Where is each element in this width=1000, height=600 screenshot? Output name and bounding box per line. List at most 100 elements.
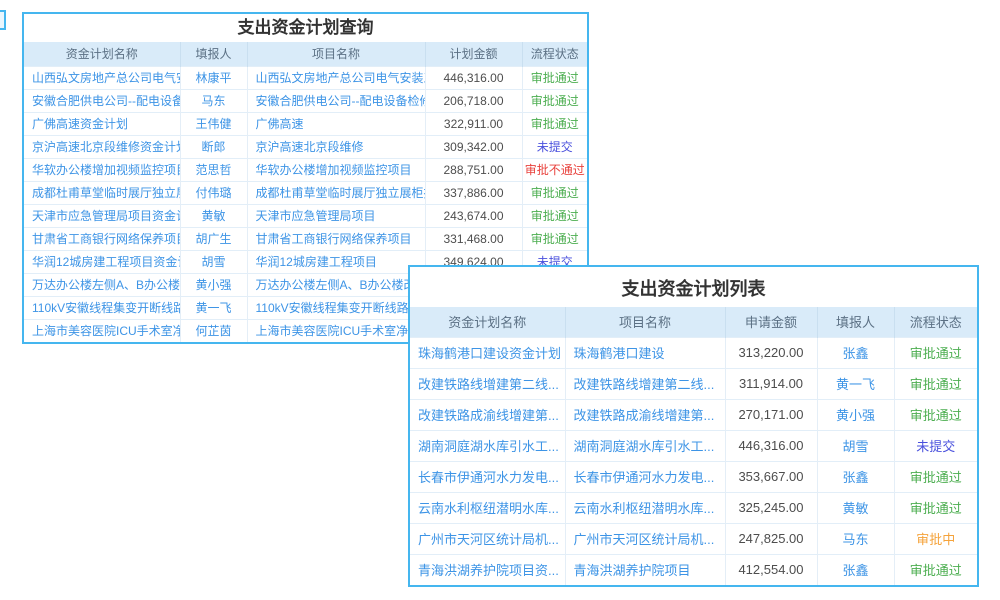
cell-filler[interactable]: 黄敏 — [817, 492, 894, 523]
cell-amount: 337,886.00 — [425, 181, 522, 204]
cell-name[interactable]: 广佛高速资金计划 — [24, 112, 180, 135]
table-row[interactable]: 成都杜甫草堂临时展厅独立展柜报警设备付伟璐成都杜甫草堂临时展厅独立展柜报警设备3… — [24, 181, 587, 204]
cell-filler[interactable]: 张鑫 — [817, 554, 894, 585]
table-row[interactable]: 京沪高速北京段维修资金计划断郎京沪高速北京段维修309,342.00未提交 — [24, 135, 587, 158]
cell-status: 审批通过 — [894, 554, 977, 585]
table-row[interactable]: 珠海鹤港口建设资金计划珠海鹤港口建设313,220.00张鑫审批通过 — [410, 337, 977, 368]
cell-name[interactable]: 云南水利枢纽潜明水库... — [410, 492, 565, 523]
column-header-filler: 填报人 — [180, 42, 247, 66]
cell-name[interactable]: 110kV安徽线程集变开断线路工程资金计划 — [24, 296, 180, 319]
cell-name[interactable]: 长春市伊通河水力发电... — [410, 461, 565, 492]
cell-status: 审批通过 — [894, 492, 977, 523]
cell-filler[interactable]: 张鑫 — [817, 337, 894, 368]
cell-amount: 247,825.00 — [725, 523, 817, 554]
cell-filler[interactable]: 范思哲 — [180, 158, 247, 181]
cell-project[interactable]: 改建铁路成渝线增建第... — [565, 399, 725, 430]
table-row[interactable]: 华软办公楼增加视频监控项目资金计划范思哲华软办公楼增加视频监控项目288,751… — [24, 158, 587, 181]
cell-project[interactable]: 成都杜甫草堂临时展厅独立展柜报警设备 — [247, 181, 425, 204]
cell-project[interactable]: 110kV安徽线程集变开断线路工程 — [247, 296, 425, 319]
cell-name[interactable]: 天津市应急管理局项目资金计划 — [24, 204, 180, 227]
table-row[interactable]: 广佛高速资金计划王伟健广佛高速322,911.00审批通过 — [24, 112, 587, 135]
table-row[interactable]: 长春市伊通河水力发电...长春市伊通河水力发电...353,667.00张鑫审批… — [410, 461, 977, 492]
table-row[interactable]: 改建铁路成渝线增建第...改建铁路成渝线增建第...270,171.00黄小强审… — [410, 399, 977, 430]
cell-project[interactable]: 云南水利枢纽潜明水库... — [565, 492, 725, 523]
cell-filler[interactable]: 断郎 — [180, 135, 247, 158]
cell-name[interactable]: 上海市美容医院ICU手术室净化工程资金 — [24, 319, 180, 342]
cell-name[interactable]: 华润12城房建工程项目资金计划 — [24, 250, 180, 273]
cell-project[interactable]: 上海市美容医院ICU手术室净化工程 — [247, 319, 425, 342]
cell-name[interactable]: 华软办公楼增加视频监控项目资金计划 — [24, 158, 180, 181]
cell-name[interactable]: 成都杜甫草堂临时展厅独立展柜报警设备 — [24, 181, 180, 204]
cell-filler[interactable]: 黄敏 — [180, 204, 247, 227]
cell-name[interactable]: 甘肃省工商银行网络保养项目资金计划 — [24, 227, 180, 250]
cell-project[interactable]: 长春市伊通河水力发电... — [565, 461, 725, 492]
cell-amount: 412,554.00 — [725, 554, 817, 585]
cell-amount: 270,171.00 — [725, 399, 817, 430]
cell-filler[interactable]: 付伟璐 — [180, 181, 247, 204]
cell-status: 审批通过 — [522, 66, 587, 89]
cell-name[interactable]: 山西弘文房地产总公司电气安装工程资金计划 — [24, 66, 180, 89]
cell-filler[interactable]: 何芷茵 — [180, 319, 247, 342]
cell-filler[interactable]: 张鑫 — [817, 461, 894, 492]
cell-status: 审批通过 — [522, 227, 587, 250]
cell-project[interactable]: 珠海鹤港口建设 — [565, 337, 725, 368]
cell-filler[interactable]: 黄小强 — [180, 273, 247, 296]
cell-name[interactable]: 改建铁路成渝线增建第... — [410, 399, 565, 430]
cell-project[interactable]: 万达办公楼左侧A、B办公楼改造建设 — [247, 273, 425, 296]
cell-amount: 353,667.00 — [725, 461, 817, 492]
cell-filler[interactable]: 胡广生 — [180, 227, 247, 250]
table-row[interactable]: 广州市天河区统计局机...广州市天河区统计局机...247,825.00马东审批… — [410, 523, 977, 554]
cell-status: 审批通过 — [522, 112, 587, 135]
table-row[interactable]: 天津市应急管理局项目资金计划黄敏天津市应急管理局项目243,674.00审批通过 — [24, 204, 587, 227]
cell-filler[interactable]: 黄小强 — [817, 399, 894, 430]
cell-name[interactable]: 广州市天河区统计局机... — [410, 523, 565, 554]
cell-name[interactable]: 安徽合肥供电公司--配电设备检修维护计划 — [24, 89, 180, 112]
column-header-amount: 申请金额 — [725, 307, 817, 337]
cell-filler[interactable]: 林康平 — [180, 66, 247, 89]
table-row[interactable]: 改建铁路线增建第二线...改建铁路线增建第二线...311,914.00黄一飞审… — [410, 368, 977, 399]
cell-project[interactable]: 广州市天河区统计局机... — [565, 523, 725, 554]
cell-name[interactable]: 京沪高速北京段维修资金计划 — [24, 135, 180, 158]
table-row[interactable]: 青海洪湖养护院项目资...青海洪湖养护院项目412,554.00张鑫审批通过 — [410, 554, 977, 585]
cell-project[interactable]: 改建铁路线增建第二线... — [565, 368, 725, 399]
table-row[interactable]: 山西弘文房地产总公司电气安装工程资金计划林康平山西弘文房地产总公司电气安装工程项… — [24, 66, 587, 89]
cell-project[interactable]: 京沪高速北京段维修 — [247, 135, 425, 158]
cell-amount: 446,316.00 — [725, 430, 817, 461]
cell-filler[interactable]: 胡雪 — [817, 430, 894, 461]
cell-project[interactable]: 甘肃省工商银行网络保养项目 — [247, 227, 425, 250]
cell-project[interactable]: 天津市应急管理局项目 — [247, 204, 425, 227]
cell-project[interactable]: 华润12城房建工程项目 — [247, 250, 425, 273]
table-row[interactable]: 湖南洞庭湖水库引水工...湖南洞庭湖水库引水工...446,316.00胡雪未提… — [410, 430, 977, 461]
cell-name[interactable]: 湖南洞庭湖水库引水工... — [410, 430, 565, 461]
cell-status: 未提交 — [522, 135, 587, 158]
cell-name[interactable]: 青海洪湖养护院项目资... — [410, 554, 565, 585]
table-row[interactable]: 安徽合肥供电公司--配电设备检修维护计划马东安徽合肥供电公司--配电设备检修维护… — [24, 89, 587, 112]
cell-status: 审批通过 — [894, 337, 977, 368]
cell-project[interactable]: 青海洪湖养护院项目 — [565, 554, 725, 585]
header-row: 资金计划名称项目名称申请金额填报人流程状态 — [410, 307, 977, 337]
cell-filler[interactable]: 胡雪 — [180, 250, 247, 273]
cell-status: 审批通过 — [522, 89, 587, 112]
table-row[interactable]: 云南水利枢纽潜明水库...云南水利枢纽潜明水库...325,245.00黄敏审批… — [410, 492, 977, 523]
expenditure-plan-list-table: 资金计划名称项目名称申请金额填报人流程状态珠海鹤港口建设资金计划珠海鹤港口建设3… — [410, 307, 977, 585]
cell-name[interactable]: 万达办公楼左侧A、B办公楼改造建设 — [24, 273, 180, 296]
cell-status: 审批通过 — [894, 399, 977, 430]
cell-project[interactable]: 山西弘文房地产总公司电气安装工程项目 — [247, 66, 425, 89]
cell-status: 审批通过 — [894, 368, 977, 399]
cell-filler[interactable]: 黄一飞 — [180, 296, 247, 319]
cell-project[interactable]: 安徽合肥供电公司--配电设备检修维护项目 — [247, 89, 425, 112]
cell-name[interactable]: 珠海鹤港口建设资金计划 — [410, 337, 565, 368]
cell-amount: 322,911.00 — [425, 112, 522, 135]
cell-name[interactable]: 改建铁路线增建第二线... — [410, 368, 565, 399]
cell-status: 审批通过 — [522, 181, 587, 204]
cell-filler[interactable]: 马东 — [180, 89, 247, 112]
column-header-status: 流程状态 — [894, 307, 977, 337]
cell-filler[interactable]: 马东 — [817, 523, 894, 554]
table-row[interactable]: 甘肃省工商银行网络保养项目资金计划胡广生甘肃省工商银行网络保养项目331,468… — [24, 227, 587, 250]
cell-filler[interactable]: 黄一飞 — [817, 368, 894, 399]
cell-filler[interactable]: 王伟健 — [180, 112, 247, 135]
cell-amount: 243,674.00 — [425, 204, 522, 227]
cell-project[interactable]: 湖南洞庭湖水库引水工... — [565, 430, 725, 461]
cell-project[interactable]: 华软办公楼增加视频监控项目 — [247, 158, 425, 181]
cell-project[interactable]: 广佛高速 — [247, 112, 425, 135]
